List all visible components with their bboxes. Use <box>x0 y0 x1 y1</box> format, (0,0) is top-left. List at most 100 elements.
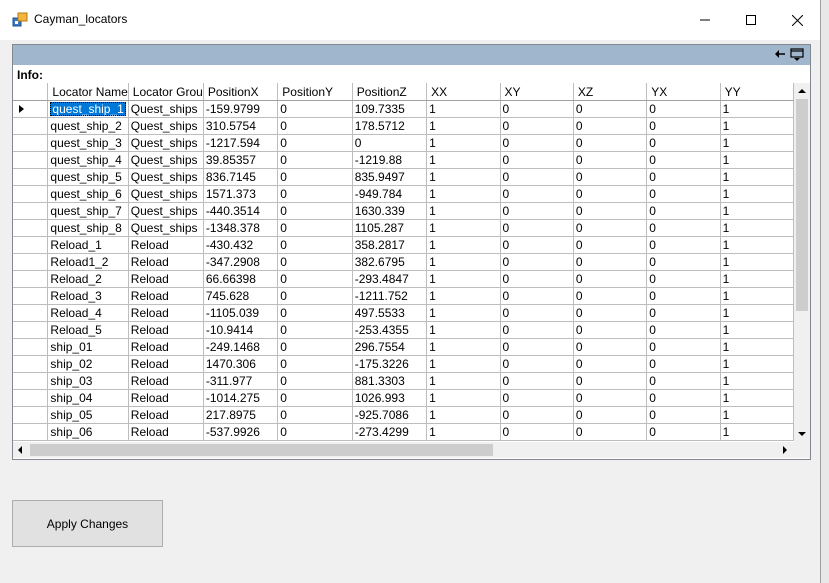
table-cell[interactable]: 0 <box>277 372 353 390</box>
table-cell[interactable]: 0 <box>646 287 721 305</box>
row-header[interactable] <box>13 304 49 322</box>
table-cell[interactable]: 1 <box>426 423 501 441</box>
table-cell[interactable]: ship_06 <box>47 423 129 441</box>
table-cell[interactable]: 0 <box>573 185 648 203</box>
table-cell[interactable]: 1 <box>720 338 794 356</box>
table-cell[interactable]: 0 <box>277 253 353 271</box>
table-cell[interactable]: 1 <box>426 270 501 288</box>
table-cell[interactable]: Reload <box>128 321 204 339</box>
table-cell[interactable]: 1 <box>426 406 501 424</box>
table-cell[interactable]: 0 <box>573 134 648 152</box>
table-cell[interactable]: Reload <box>128 372 204 390</box>
table-cell[interactable]: 1 <box>426 287 501 305</box>
table-cell[interactable]: 310.5754 <box>203 117 279 135</box>
table-cell[interactable]: 109.7335 <box>352 100 428 118</box>
table-cell[interactable]: 0 <box>277 168 353 186</box>
table-row[interactable]: ship_02 Reload 1470.306 0 -175.3226 1 0 0 0 1 <box>13 355 794 373</box>
row-header[interactable] <box>13 287 49 305</box>
table-cell[interactable]: 0 <box>573 270 648 288</box>
table-cell[interactable]: 881.3303 <box>352 372 428 390</box>
table-cell[interactable]: Quest_ships <box>128 168 204 186</box>
table-cell[interactable]: 0 <box>500 406 574 424</box>
table-cell[interactable]: 0 <box>277 202 353 220</box>
table-cell[interactable]: 0 <box>573 287 648 305</box>
table-row[interactable]: ship_06 Reload -537.9926 0 -273.4299 1 0 0 0 1 <box>13 423 794 441</box>
table-cell[interactable]: -1348.378 <box>203 219 279 237</box>
vertical-scrollbar[interactable] <box>794 83 810 442</box>
table-cell[interactable]: 1 <box>720 236 794 254</box>
table-cell[interactable]: 0 <box>646 270 721 288</box>
column-header[interactable]: Locator Name <box>47 83 129 101</box>
table-cell[interactable]: 1 <box>426 117 501 135</box>
table-row[interactable]: Reload1_2 Reload -347.2908 0 382.6795 1 0 0 0 1 <box>13 253 794 271</box>
table-cell[interactable]: quest_ship_3 <box>47 134 129 152</box>
table-cell[interactable]: 0 <box>500 389 574 407</box>
table-cell[interactable]: 0 <box>646 304 721 322</box>
table-cell[interactable]: quest_ship_2 <box>47 117 129 135</box>
table-row[interactable]: quest_ship_6 Quest_ships 1571.373 0 -949.784… <box>13 185 794 203</box>
table-cell[interactable]: 1 <box>426 236 501 254</box>
table-cell[interactable]: 0 <box>646 423 721 441</box>
table-cell[interactable]: 1 <box>426 355 501 373</box>
table-cell[interactable]: -293.4847 <box>352 270 428 288</box>
table-cell[interactable]: quest_ship_8 <box>47 219 129 237</box>
table-cell[interactable]: 0 <box>277 338 353 356</box>
table-cell[interactable]: 0 <box>573 117 648 135</box>
column-header[interactable]: XZ <box>573 83 648 101</box>
table-cell[interactable]: 1 <box>426 389 501 407</box>
row-header[interactable] <box>13 338 49 356</box>
column-header[interactable]: YY <box>720 83 794 101</box>
vertical-scroll-thumb[interactable] <box>796 99 808 311</box>
pin-icon[interactable] <box>774 48 786 60</box>
table-cell[interactable]: Quest_ships <box>128 117 204 135</box>
row-header[interactable] <box>13 355 49 373</box>
row-header[interactable] <box>13 219 49 237</box>
table-cell[interactable]: -1105.039 <box>203 304 279 322</box>
table-cell[interactable]: 0 <box>277 151 353 169</box>
horizontal-scrollbar[interactable] <box>13 442 794 458</box>
table-cell[interactable]: 0 <box>646 253 721 271</box>
table-cell[interactable]: 1 <box>720 202 794 220</box>
table-cell[interactable]: 1 <box>720 321 794 339</box>
table-cell[interactable]: Reload1_2 <box>47 253 129 271</box>
table-cell[interactable]: 1 <box>426 134 501 152</box>
table-cell[interactable]: Quest_ships <box>128 100 204 118</box>
table-cell[interactable]: Reload <box>128 287 204 305</box>
table-row[interactable]: Reload_4 Reload -1105.039 0 497.5533 1 0 0 0 1 <box>13 304 794 322</box>
table-cell[interactable]: 1 <box>426 304 501 322</box>
table-cell[interactable]: 0 <box>500 134 574 152</box>
table-cell[interactable]: 296.7554 <box>352 338 428 356</box>
apply-changes-button[interactable]: Apply Changes <box>12 500 163 547</box>
table-cell[interactable]: 835.9497 <box>352 168 428 186</box>
table-cell[interactable]: 382.6795 <box>352 253 428 271</box>
table-cell[interactable]: 1 <box>720 100 794 118</box>
table-cell[interactable]: 1 <box>720 219 794 237</box>
table-cell[interactable]: 0 <box>646 321 721 339</box>
table-cell[interactable]: 1 <box>720 270 794 288</box>
table-cell[interactable]: 1630.339 <box>352 202 428 220</box>
table-cell[interactable]: 0 <box>277 236 353 254</box>
table-cell[interactable]: 1 <box>720 151 794 169</box>
table-cell[interactable]: 0 <box>573 304 648 322</box>
table-cell[interactable]: ship_03 <box>47 372 129 390</box>
table-cell[interactable]: 0 <box>277 287 353 305</box>
table-cell[interactable]: 1 <box>720 372 794 390</box>
table-cell[interactable]: 0 <box>500 423 574 441</box>
table-row[interactable]: Reload_3 Reload 745.628 0 -1211.752 1 0 0 0 1 <box>13 287 794 305</box>
table-cell[interactable]: 1 <box>720 117 794 135</box>
table-row[interactable]: quest_ship_4 Quest_ships 39.85357 0 -1219.88… <box>13 151 794 169</box>
table-cell[interactable]: 1 <box>720 253 794 271</box>
table-row[interactable]: ship_03 Reload -311.977 0 881.3303 1 0 0 0 1 <box>13 372 794 390</box>
table-cell[interactable]: 0 <box>646 406 721 424</box>
table-cell[interactable]: Quest_ships <box>128 185 204 203</box>
table-cell[interactable]: 0 <box>573 100 648 118</box>
table-cell[interactable]: 39.85357 <box>203 151 279 169</box>
row-header[interactable] <box>13 270 49 288</box>
table-cell[interactable]: 0 <box>500 270 574 288</box>
table-row[interactable]: Reload_2 Reload 66.66398 0 -293.4847 1 0 0 0 1 <box>13 270 794 288</box>
table-cell[interactable]: Quest_ships <box>128 202 204 220</box>
table-cell[interactable]: 0 <box>646 151 721 169</box>
table-cell[interactable]: Reload_5 <box>47 321 129 339</box>
table-cell[interactable]: -1217.594 <box>203 134 279 152</box>
row-header[interactable] <box>13 117 49 135</box>
